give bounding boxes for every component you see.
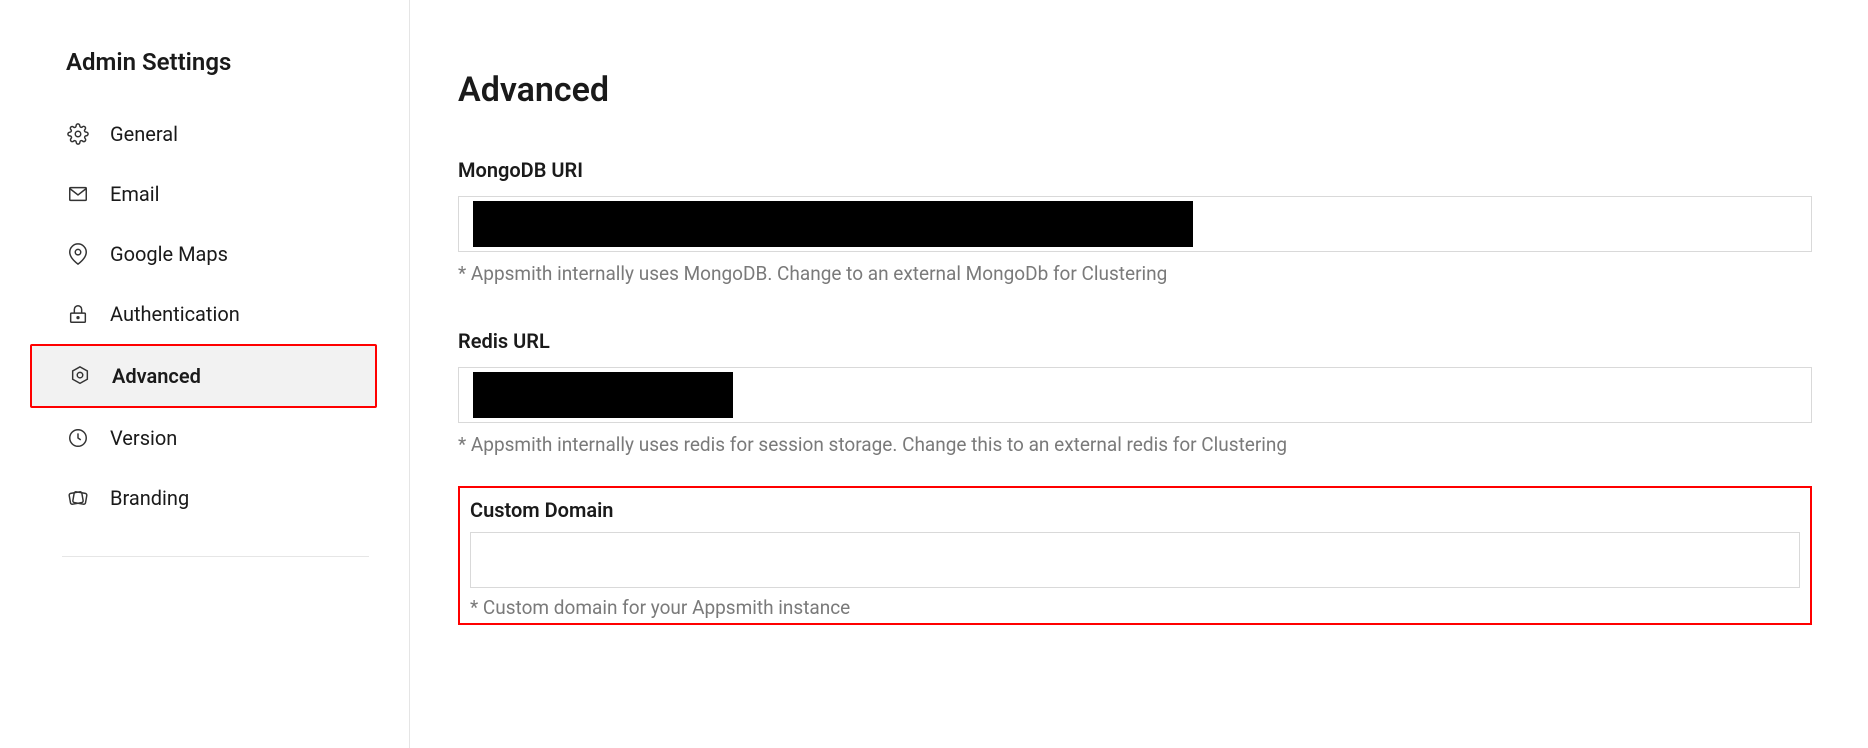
map-pin-icon <box>66 242 90 266</box>
custom-domain-input[interactable] <box>470 532 1800 588</box>
sidebar-item-label: Version <box>110 426 177 450</box>
field-label: Custom Domain <box>470 498 1800 522</box>
gear-icon <box>66 122 90 146</box>
sidebar-item-general[interactable]: General <box>62 104 369 164</box>
redacted-value <box>473 201 1193 247</box>
sidebar-item-google-maps[interactable]: Google Maps <box>62 224 369 284</box>
sidebar-item-label: Advanced <box>112 364 201 388</box>
sidebar-item-authentication[interactable]: Authentication <box>62 284 369 344</box>
field-help: * Appsmith internally uses MongoDB. Chan… <box>458 262 1812 285</box>
sidebar-divider <box>62 556 369 557</box>
main-content: Advanced MongoDB URI * Appsmith internal… <box>410 0 1868 748</box>
sidebar-item-version[interactable]: Version <box>62 408 369 468</box>
sidebar-item-label: Email <box>110 182 160 206</box>
field-help: * Appsmith internally uses redis for ses… <box>458 433 1812 456</box>
sidebar-item-email[interactable]: Email <box>62 164 369 224</box>
sidebar: Admin Settings General Email Google Maps… <box>0 0 410 748</box>
sidebar-item-label: Google Maps <box>110 242 228 266</box>
field-label: Redis URL <box>458 329 1812 353</box>
redis-url-input[interactable] <box>458 367 1812 423</box>
mail-icon <box>66 182 90 206</box>
field-label: MongoDB URI <box>458 158 1812 182</box>
field-help: * Custom domain for your Appsmith instan… <box>470 596 1800 619</box>
sidebar-item-branding[interactable]: Branding <box>62 468 369 528</box>
mongodb-uri-input[interactable] <box>458 196 1812 252</box>
field-mongodb-uri: MongoDB URI * Appsmith internally uses M… <box>458 158 1812 285</box>
sidebar-item-label: Authentication <box>110 302 240 326</box>
palette-icon <box>66 486 90 510</box>
redacted-value <box>473 372 733 418</box>
clock-icon <box>66 426 90 450</box>
sidebar-item-label: General <box>110 122 178 146</box>
highlighted-section: Custom Domain * Custom domain for your A… <box>458 486 1812 625</box>
lock-icon <box>66 302 90 326</box>
sidebar-title: Admin Settings <box>62 48 369 76</box>
hexagon-icon <box>68 364 92 388</box>
field-redis-url: Redis URL * Appsmith internally uses red… <box>458 329 1812 456</box>
sidebar-item-label: Branding <box>110 486 189 510</box>
page-title: Advanced <box>458 70 1812 110</box>
sidebar-item-advanced[interactable]: Advanced <box>30 344 377 408</box>
field-custom-domain: Custom Domain * Custom domain for your A… <box>470 498 1800 619</box>
